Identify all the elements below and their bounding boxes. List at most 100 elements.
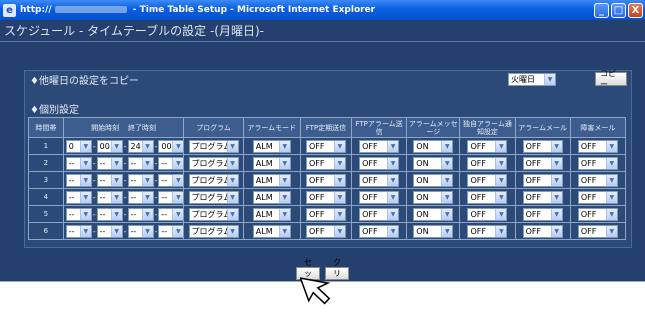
ftp-periodic-select[interactable]: OFF ▼ (305, 224, 346, 238)
start-minute-select[interactable]: -- ▼ (96, 190, 123, 204)
alarm-mode-select[interactable]: ALM ▼ (252, 224, 291, 238)
copy-button[interactable]: コピー (595, 69, 627, 89)
end-minute-select[interactable]: -- ▼ (158, 224, 185, 238)
end-hour-select[interactable]: 24 ▼ (127, 139, 154, 153)
alarm-msg-select[interactable]: ON ▼ (413, 156, 454, 170)
end-hour-select[interactable]: -- ▼ (127, 224, 154, 238)
start-hour-select[interactable]: -- ▼ (65, 156, 92, 170)
end-minute-select[interactable]: 00 ▼ (158, 139, 185, 153)
start-hour-select[interactable]: -- ▼ (65, 224, 92, 238)
alarm-mail-select[interactable]: OFF ▼ (522, 190, 563, 204)
alarm-mode-cell: ALM ▼ (242, 205, 301, 223)
start-minute-select-value: -- (99, 192, 106, 202)
fault-mail-cell: OFF ▼ (569, 188, 627, 206)
own-alarm-select[interactable]: OFF ▼ (467, 190, 508, 204)
end-minute-select[interactable]: -- ▼ (158, 156, 185, 170)
start-hour-select[interactable]: -- ▼ (65, 207, 92, 221)
copy-day-select[interactable]: 火曜日 ▼ (508, 73, 556, 86)
time-range-cell: -- ▼ - -- ▼ - -- ▼ - -- ▼ (62, 205, 185, 223)
fault-mail-select[interactable]: OFF ▼ (577, 139, 618, 153)
chevron-down-icon: ▼ (387, 225, 399, 237)
own-alarm-cell: OFF ▼ (459, 171, 516, 189)
start-minute-select[interactable]: -- ▼ (96, 207, 123, 221)
ftp-alarm-cell: OFF ▼ (350, 205, 408, 223)
end-hour-select[interactable]: -- ▼ (127, 207, 154, 221)
fault-mail-select[interactable]: OFF ▼ (577, 207, 618, 221)
own-alarm-select[interactable]: OFF ▼ (467, 173, 508, 187)
end-hour-select[interactable]: -- ▼ (127, 173, 154, 187)
end-minute-select[interactable]: -- ▼ (158, 173, 185, 187)
alarm-msg-select[interactable]: ON ▼ (413, 207, 454, 221)
program-select[interactable]: プログラム1 ▼ (188, 156, 239, 170)
program-select[interactable]: プログラム1 ▼ (188, 207, 239, 221)
start-hour-select[interactable]: 0 ▼ (65, 139, 92, 153)
time-range-cell: 0 ▼ -00 ▼ -24 ▼ -00 ▼ (62, 137, 185, 155)
header-alarm-msg: アラームメッセージ (406, 117, 461, 138)
chevron-down-icon: ▼ (605, 191, 617, 203)
alarm-mode-select[interactable]: ALM ▼ (252, 190, 291, 204)
ftp-periodic-cell: OFF ▼ (299, 137, 353, 155)
alarm-msg-cell: ON ▼ (406, 154, 461, 172)
fault-mail-select[interactable]: OFF ▼ (577, 173, 618, 187)
header-fault-mail: 障害メール (569, 117, 627, 138)
ftp-periodic-select[interactable]: OFF ▼ (305, 139, 346, 153)
alarm-mail-select[interactable]: OFF ▼ (522, 156, 563, 170)
alarm-mode-select[interactable]: ALM ▼ (252, 156, 291, 170)
minimize-button[interactable]: _ (594, 2, 609, 18)
alarm-msg-select[interactable]: ON ▼ (413, 139, 454, 153)
ftp-alarm-select[interactable]: OFF ▼ (359, 173, 400, 187)
start-minute-select[interactable]: -- ▼ (96, 224, 123, 238)
alarm-mode-select[interactable]: ALM ▼ (252, 207, 291, 221)
ftp-alarm-select[interactable]: OFF ▼ (359, 139, 400, 153)
own-alarm-select[interactable]: OFF ▼ (467, 207, 508, 221)
slot-number: 2 (28, 154, 64, 172)
alarm-msg-cell: ON ▼ (406, 205, 461, 223)
end-hour-select[interactable]: -- ▼ (127, 156, 154, 170)
start-minute-select[interactable]: -- ▼ (96, 156, 123, 170)
start-minute-select[interactable]: -- ▼ (96, 173, 123, 187)
ftp-periodic-select[interactable]: OFF ▼ (305, 156, 346, 170)
alarm-mail-select[interactable]: OFF ▼ (522, 139, 563, 153)
alarm-mail-select[interactable]: OFF ▼ (522, 207, 563, 221)
end-minute-select[interactable]: -- ▼ (158, 207, 185, 221)
alarm-mode-select[interactable]: ALM ▼ (252, 139, 291, 153)
ftp-periodic-select[interactable]: OFF ▼ (305, 190, 346, 204)
own-alarm-select[interactable]: OFF ▼ (467, 224, 508, 238)
own-alarm-select[interactable]: OFF ▼ (467, 156, 508, 170)
alarm-msg-select[interactable]: ON ▼ (413, 190, 454, 204)
end-hour-select[interactable]: -- ▼ (127, 190, 154, 204)
start-hour-select[interactable]: -- ▼ (65, 190, 92, 204)
program-cell: プログラム1 ▼ (183, 171, 244, 189)
alarm-msg-select[interactable]: ON ▼ (413, 224, 454, 238)
ftp-alarm-select[interactable]: OFF ▼ (359, 190, 400, 204)
end-hour-select-value: -- (130, 226, 137, 236)
program-select[interactable]: プログラム1 ▼ (188, 190, 239, 204)
start-hour-select-value: -- (68, 175, 75, 185)
start-hour-select[interactable]: -- ▼ (65, 173, 92, 187)
start-minute-select[interactable]: 00 ▼ (96, 139, 123, 153)
close-button[interactable]: X (628, 2, 643, 18)
chevron-down-icon: ▼ (278, 157, 290, 169)
maximize-button[interactable]: □ (611, 2, 626, 18)
header-own-alarm: 独自アラーム通知設定 (459, 117, 516, 138)
ftp-periodic-select[interactable]: OFF ▼ (305, 173, 346, 187)
fault-mail-select[interactable]: OFF ▼ (577, 156, 618, 170)
end-minute-select[interactable]: -- ▼ (158, 190, 185, 204)
header-end: 終了時刻 (128, 123, 157, 132)
ftp-alarm-select[interactable]: OFF ▼ (359, 224, 400, 238)
program-select[interactable]: プログラム1 ▼ (188, 139, 239, 153)
alarm-mode-select[interactable]: ALM ▼ (252, 173, 291, 187)
ftp-periodic-select[interactable]: OFF ▼ (305, 207, 346, 221)
fault-mail-select[interactable]: OFF ▼ (577, 224, 618, 238)
alarm-mail-select[interactable]: OFF ▼ (522, 173, 563, 187)
ftp-alarm-select[interactable]: OFF ▼ (359, 156, 400, 170)
own-alarm-select[interactable]: OFF ▼ (467, 139, 508, 153)
alarm-msg-select[interactable]: ON ▼ (413, 173, 454, 187)
ftp-alarm-select[interactable]: OFF ▼ (359, 207, 400, 221)
chevron-down-icon: ▼ (544, 74, 555, 85)
fault-mail-select[interactable]: OFF ▼ (577, 190, 618, 204)
alarm-mail-select[interactable]: OFF ▼ (522, 224, 563, 238)
program-select[interactable]: プログラム1 ▼ (188, 224, 239, 238)
chevron-down-icon: ▼ (605, 140, 617, 152)
program-select[interactable]: プログラム1 ▼ (188, 173, 239, 187)
